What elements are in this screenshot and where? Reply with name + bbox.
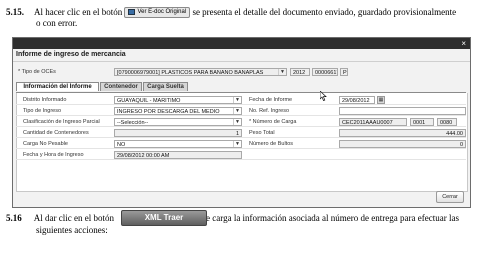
- row-divider: [16, 159, 466, 160]
- xml-traer-button[interactable]: XML Traer: [121, 210, 207, 226]
- fecha-hora-ingreso-label: Fecha y Hora de Ingreso: [23, 152, 84, 158]
- row-divider: [16, 137, 466, 138]
- close-icon[interactable]: ×: [461, 38, 466, 49]
- step-number: 5.15.: [6, 7, 24, 17]
- dialog-title: Informe de ingreso de mercancia: [16, 51, 126, 58]
- tab-carga-suelta[interactable]: Carga Suelta: [143, 82, 188, 91]
- clasificacion-value: --Selección--: [117, 120, 149, 126]
- chevron-down-icon: ▼: [233, 97, 241, 103]
- step-text: Al dar clic en el botón: [33, 213, 114, 223]
- step-5-16-line1: 5.16 Al dar clic en el botón se carga la…: [6, 213, 476, 224]
- numero-carga-field[interactable]: CEC2011AAAU0007: [339, 118, 407, 126]
- tipo-oce-value: [0790006979001] PLASTICOS PARA BANANO BA…: [117, 70, 264, 76]
- tipo-ingreso-label: Tipo de Ingreso: [23, 108, 62, 114]
- tipo-oce-label: * Tipo de OCEs: [18, 69, 56, 75]
- ver-edoc-original-button[interactable]: Ver E-doc Original: [124, 7, 191, 19]
- divider: [13, 61, 470, 62]
- step-text: se presenta el detalle del documento env…: [192, 7, 457, 17]
- row-divider: [16, 104, 466, 105]
- fecha-informe-label: Fecha de Informe: [249, 97, 293, 103]
- step-5-15-line1: 5.15. Al hacer clic en el botón Ver E-do…: [6, 7, 476, 19]
- tipo-ingreso-value: INGRESO POR DESCARGA DEL MEDIO: [117, 109, 220, 115]
- step-number: 5.16: [6, 213, 22, 223]
- informe-ingreso-dialog: × Informe de ingreso de mercancia * Tipo…: [12, 37, 471, 208]
- clasificacion-label: Clasificación de Ingreso Parcial: [23, 119, 100, 125]
- tab-contenedor[interactable]: Contenedor: [100, 82, 142, 91]
- year-field[interactable]: 2012: [290, 68, 310, 76]
- row-divider: [16, 126, 466, 127]
- numero-bultos-label: Número de Bultos: [249, 141, 294, 147]
- tab-bar: Información del Informe Contenedor Carga…: [16, 82, 466, 93]
- fecha-hora-ingreso-field[interactable]: 29/08/2012 00:00 AM: [114, 151, 242, 159]
- chevron-down-icon: ▼: [233, 141, 241, 147]
- carga-no-pesable-value: NO: [117, 142, 126, 148]
- distrito-label: Distrito Informado: [23, 97, 67, 103]
- no-ref-ingreso-label: No. Ref. Ingreso: [249, 108, 290, 114]
- step-text-line2: o con error.: [36, 18, 78, 28]
- dialog-titlebar: ×: [13, 38, 470, 49]
- row-divider: [16, 115, 466, 116]
- numero-carga-part3-field[interactable]: 0080: [437, 118, 457, 126]
- ver-edoc-original-label: Ver E-doc Original: [137, 9, 187, 16]
- document-icon: [128, 8, 136, 15]
- chevron-down-icon: ▼: [233, 119, 241, 125]
- cantidad-contenedores-label: Cantidad de Contenedores: [23, 130, 89, 136]
- step-text: Al hacer clic en el botón: [34, 7, 123, 17]
- step-text: se carga la información asociada al núme…: [202, 213, 459, 223]
- tab-informacion-informe[interactable]: Información del Informe: [16, 82, 99, 91]
- fecha-informe-field[interactable]: 29/08/2012: [339, 96, 375, 104]
- numero-bultos-field[interactable]: 0: [339, 140, 466, 148]
- carga-no-pesable-label: Carga No Pesable: [23, 141, 68, 147]
- cerrar-button[interactable]: Cerrar: [436, 191, 464, 203]
- numero-carga-label: * Número de Carga: [249, 119, 297, 125]
- numero-carga-part2-field[interactable]: 0001: [410, 118, 434, 126]
- cantidad-contenedores-field[interactable]: 1: [114, 129, 242, 137]
- row-divider: [16, 148, 466, 149]
- letter-field[interactable]: P: [340, 68, 348, 76]
- peso-total-label: Peso Total: [249, 130, 275, 136]
- mouse-cursor-icon: [320, 91, 327, 101]
- step-text-line2: siguientes acciones:: [36, 225, 108, 235]
- distrito-select[interactable]: GUAYAQUIL - MARITIMO ▼: [114, 96, 242, 104]
- carga-no-pesable-select[interactable]: NO ▼: [114, 140, 242, 148]
- chevron-down-icon: ▼: [278, 69, 286, 75]
- tipo-ingreso-select[interactable]: INGRESO POR DESCARGA DEL MEDIO ▼: [114, 107, 242, 115]
- no-ref-ingreso-field[interactable]: [339, 107, 466, 115]
- clasificacion-select[interactable]: --Selección-- ▼: [114, 118, 242, 126]
- calendar-icon[interactable]: ▦: [377, 96, 385, 104]
- tipo-oce-select[interactable]: [0790006979001] PLASTICOS PARA BANANO BA…: [114, 68, 287, 76]
- distrito-value: GUAYAQUIL - MARITIMO: [117, 98, 181, 104]
- sequence-field[interactable]: 00006617: [312, 68, 338, 76]
- chevron-down-icon: ▼: [233, 108, 241, 114]
- peso-total-field[interactable]: 444.00: [339, 129, 466, 137]
